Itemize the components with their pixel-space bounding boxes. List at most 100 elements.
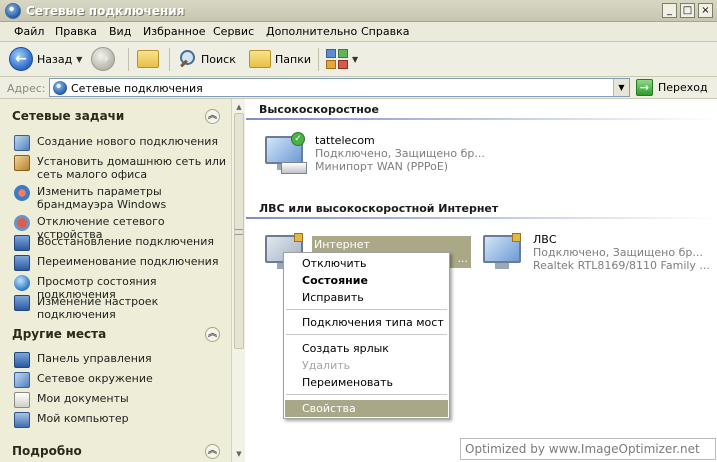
my-documents-icon xyxy=(14,392,30,408)
scroll-down-icon[interactable]: ▼ xyxy=(233,448,245,460)
toolbar-separator xyxy=(128,48,129,71)
menu-item-repair[interactable]: Исправить xyxy=(285,289,448,306)
connection-name: Интернет xyxy=(314,238,370,251)
place-control-panel[interactable]: Панель управления xyxy=(14,352,229,368)
group-lan-title: ЛВС или высокоскоростной Интернет xyxy=(259,202,499,215)
up-folder-icon xyxy=(137,50,159,68)
address-input[interactable]: Сетевые подключения ▼ xyxy=(49,78,630,97)
toolbar-separator xyxy=(169,48,170,71)
menu-item-rename[interactable]: Переименовать xyxy=(285,374,448,391)
task-settings[interactable]: Изменение настроек подключения xyxy=(14,295,229,321)
task-label: Изменение настроек подключения xyxy=(37,295,159,321)
network-connections-icon xyxy=(5,3,21,19)
disable-device-icon xyxy=(14,215,30,231)
task-label: Переименование подключения xyxy=(37,255,219,268)
menu-item-create-shortcut[interactable]: Создать ярлык xyxy=(285,340,448,357)
up-folder-button[interactable] xyxy=(137,46,159,72)
my-computer-icon xyxy=(14,412,30,428)
task-repair[interactable]: Восстановление подключения xyxy=(14,235,229,251)
maximize-button[interactable]: □ xyxy=(680,3,695,18)
views-dropdown-icon: ▼ xyxy=(352,54,359,64)
task-home-network[interactable]: Установить домашнюю сеть или сеть малого… xyxy=(14,155,229,181)
forward-button[interactable]: → xyxy=(91,46,115,72)
menu-item-bridge[interactable]: Подключения типа мост xyxy=(285,314,448,331)
home-network-icon xyxy=(14,155,30,171)
address-dropdown-icon[interactable]: ▼ xyxy=(613,79,629,96)
menu-favorites[interactable]: Избранное xyxy=(143,25,205,38)
menu-separator xyxy=(286,394,447,395)
collapse-chevron-icon[interactable]: ︽ xyxy=(205,443,220,459)
task-new-connection[interactable]: Создание нового подключения xyxy=(14,135,229,151)
connected-check-icon: ✓ xyxy=(291,132,305,146)
connection-tattelecom[interactable]: ✓ tattelecom Подключено, Защищено бр... … xyxy=(261,132,485,176)
folders-button[interactable]: Папки xyxy=(249,46,311,72)
minimize-button[interactable]: _ xyxy=(662,3,677,18)
place-network-places[interactable]: Сетевое окружение xyxy=(14,372,229,388)
task-rename[interactable]: Переименование подключения xyxy=(14,255,229,271)
menu-item-delete: Удалить xyxy=(302,359,351,372)
new-connection-icon xyxy=(14,135,30,151)
scroll-up-icon[interactable]: ▲ xyxy=(233,101,245,113)
other-places-title: Другие места xyxy=(12,327,107,341)
menu-item-disconnect[interactable]: Отключить xyxy=(285,255,448,272)
place-label: Мои документы xyxy=(37,392,129,405)
place-label: Панель управления xyxy=(37,352,152,365)
search-icon xyxy=(177,49,197,69)
task-pane-scrollbar[interactable]: ▲ ▼ xyxy=(231,99,245,462)
network-tasks-header[interactable]: Сетевые задачи ︽ xyxy=(6,105,226,127)
group-divider xyxy=(246,217,717,219)
collapse-chevron-icon[interactable]: ︽ xyxy=(205,108,220,124)
scroll-grip-icon xyxy=(235,229,243,235)
forward-arrow-icon: → xyxy=(91,47,115,71)
lock-icon xyxy=(294,233,303,242)
menu-item-status[interactable]: Состояние xyxy=(285,272,448,289)
search-label: Поиск xyxy=(201,52,236,66)
back-dropdown-icon[interactable]: ▼ xyxy=(76,55,82,64)
network-connections-icon xyxy=(53,81,67,95)
collapse-chevron-icon[interactable]: ︽ xyxy=(205,326,220,342)
task-label: Восстановление подключения xyxy=(37,235,215,248)
folders-label: Папки xyxy=(275,52,311,66)
title-bar: Сетевые подключения _ □ × xyxy=(0,0,717,22)
window-title: Сетевые подключения xyxy=(26,4,185,18)
connection-name: ЛВС xyxy=(533,233,557,246)
connection-status: Подключено, Защищено бр... xyxy=(533,246,703,259)
menu-tools[interactable]: Сервис xyxy=(213,25,254,38)
folders-icon xyxy=(249,50,271,68)
connection-name: tattelecom xyxy=(315,134,375,147)
status-icon xyxy=(14,275,30,291)
menu-item-properties[interactable]: Свойства xyxy=(285,400,448,417)
menu-file[interactable]: Файл xyxy=(14,25,44,38)
rename-icon xyxy=(14,255,30,271)
search-button[interactable]: Поиск xyxy=(177,46,236,72)
task-label: Установить домашнюю сеть или сеть малого… xyxy=(37,155,227,181)
task-firewall[interactable]: Изменить параметры брандмауэра Windows xyxy=(14,185,229,211)
details-title: Подробно xyxy=(12,444,82,458)
connection-lan[interactable]: ЛВС Подключено, Защищено бр... Realtek R… xyxy=(479,233,710,275)
menu-separator xyxy=(286,309,447,310)
back-button[interactable]: ← Назад ▼ xyxy=(9,46,82,72)
network-tasks-title: Сетевые задачи xyxy=(12,109,125,123)
network-places-icon xyxy=(14,372,30,388)
menu-help[interactable]: Справка xyxy=(361,25,409,38)
go-arrow-icon: → xyxy=(636,79,653,96)
close-button[interactable]: × xyxy=(698,3,713,18)
menu-advanced[interactable]: Дополнительно xyxy=(266,25,357,38)
views-button[interactable]: ▼ xyxy=(326,46,358,72)
control-panel-icon xyxy=(14,352,30,368)
place-label: Сетевое окружение xyxy=(37,372,153,385)
other-places-header[interactable]: Другие места ︽ xyxy=(6,323,226,345)
place-my-documents[interactable]: Мои документы xyxy=(14,392,229,408)
menu-view[interactable]: Вид xyxy=(109,25,131,38)
connection-device: Realtek RTL8169/8110 Family ... xyxy=(533,259,710,272)
address-label: Адрес: xyxy=(7,82,46,95)
back-arrow-icon: ← xyxy=(9,47,33,71)
go-button[interactable]: → Переход xyxy=(636,79,708,96)
toolbar-separator xyxy=(318,48,319,71)
task-label: Создание нового подключения xyxy=(37,135,219,148)
menu-edit[interactable]: Правка xyxy=(55,25,97,38)
place-my-computer[interactable]: Мой компьютер xyxy=(14,412,229,428)
details-header[interactable]: Подробно ︽ xyxy=(6,440,226,462)
toolbar: ← Назад ▼ → Поиск Папки ▼ xyxy=(0,42,717,77)
place-label: Мой компьютер xyxy=(37,412,129,425)
